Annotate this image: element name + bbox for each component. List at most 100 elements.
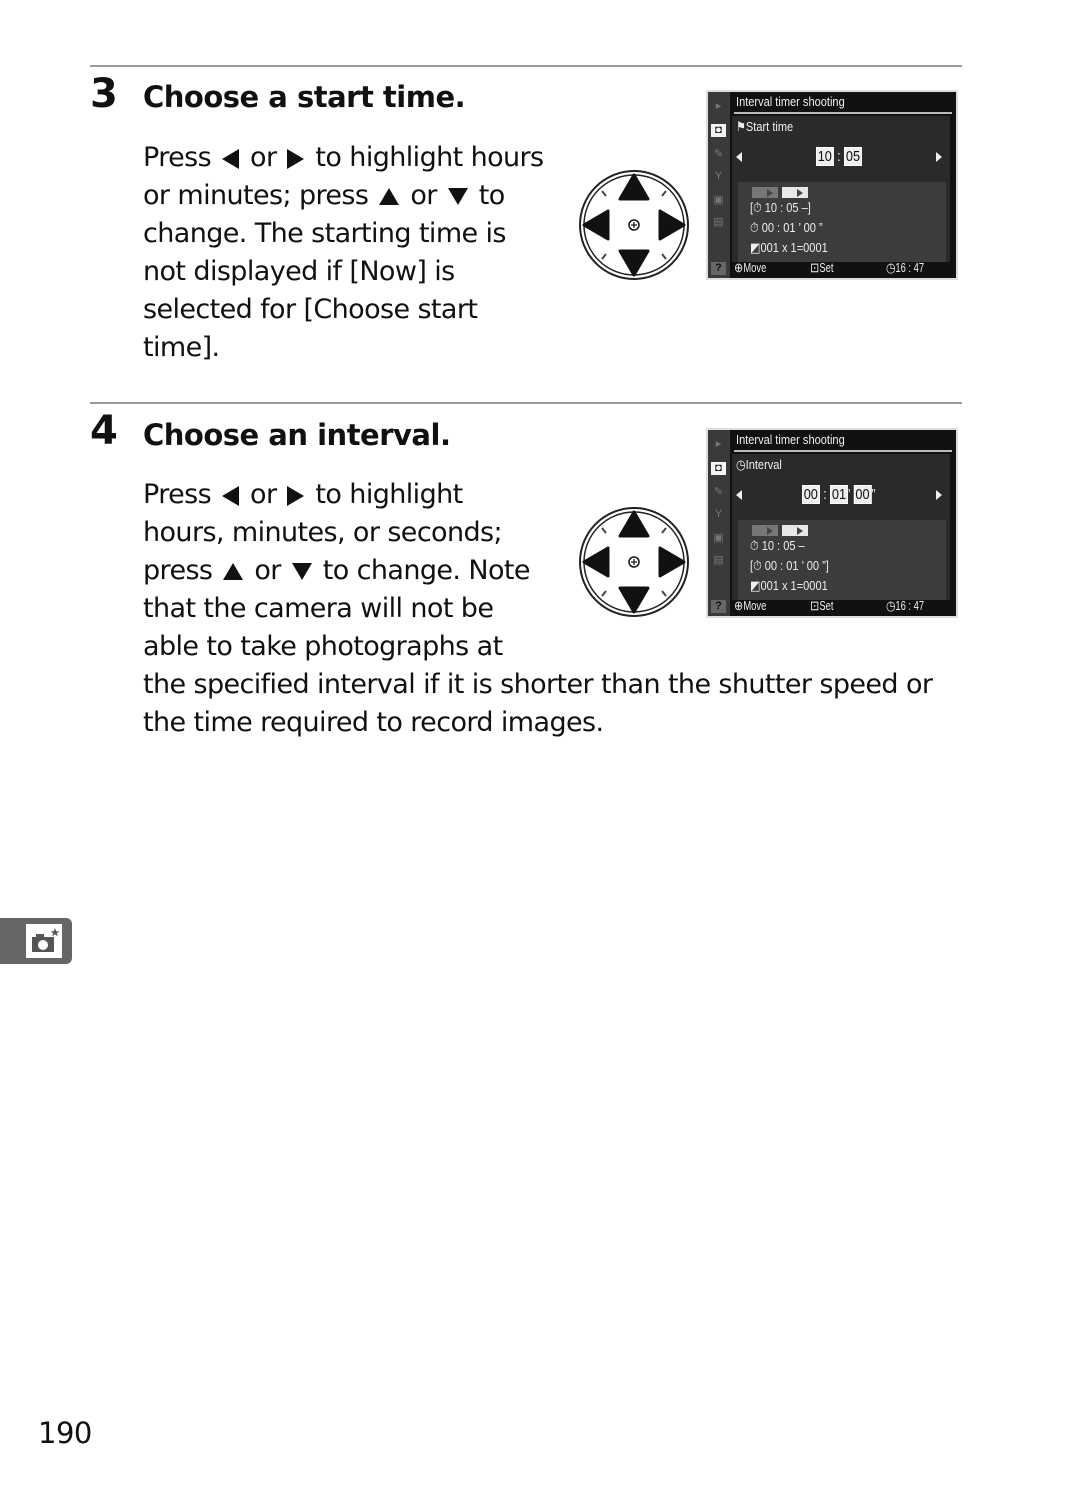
separator: ”	[871, 486, 876, 503]
text: or minutes; press	[143, 180, 369, 211]
playback-menu-icon: ▸	[715, 438, 722, 450]
retouch-menu-icon: ▣	[713, 532, 724, 544]
menu-footer: ⊕ Move ⊡ Set ◷ 16 : 47	[734, 598, 952, 614]
menu-footer: ⊕ Move ⊡ Set ◷ 16 : 47	[734, 260, 952, 276]
right-arrow-icon	[287, 485, 305, 506]
up-arrow-icon	[223, 563, 244, 580]
minutes-field[interactable]: 01	[830, 485, 848, 504]
menu-title: Interval timer shooting	[736, 94, 845, 109]
step-number: 3	[90, 71, 118, 117]
left-arrow-icon	[736, 490, 742, 500]
step-title: Choose a start time.	[143, 80, 466, 114]
shots-icon: ◩	[750, 578, 761, 593]
interval-value: 00 : 01’ 00”	[802, 485, 876, 504]
footer-set: ⊡ Set	[810, 598, 834, 613]
text: or	[250, 479, 277, 510]
separator: :	[823, 486, 827, 503]
camera-menu-screen: ▸ ◘ ✎ Y ▣ ▤ ? Interval timer shooting ⚑S…	[706, 90, 958, 280]
camera-menu-screen: ▸ ◘ ✎ Y ▣ ▤ ? Interval timer shooting ◷I…	[706, 428, 958, 618]
title-divider	[734, 450, 952, 452]
hours-field[interactable]: 10	[816, 147, 834, 166]
shooting-menu-icon: ◘	[711, 124, 726, 137]
shooting-menu-camera-icon	[26, 924, 62, 958]
text: to highlight hours	[315, 142, 544, 173]
retouch-menu-icon: ▣	[713, 194, 724, 206]
step-title: Choose an interval.	[143, 418, 451, 452]
hours-field[interactable]: 00	[802, 485, 820, 504]
text: to change. Note	[322, 555, 531, 586]
text-line: able to take photographs at	[143, 631, 503, 662]
summary-interval: [⏱ 00 : 01 ’ 00 ”]	[750, 558, 829, 573]
multi-selector-icon	[579, 170, 689, 280]
text: Press	[143, 479, 212, 510]
text: press	[143, 555, 213, 586]
custom-settings-icon: ✎	[713, 486, 724, 498]
summary-tabs	[752, 185, 812, 198]
footer-move: ⊕ Move	[734, 260, 767, 275]
text-line: the time required to record images.	[143, 707, 604, 738]
text: or	[410, 180, 437, 211]
up-arrow-icon	[379, 188, 400, 205]
text-line: selected for [Choose start	[143, 294, 478, 325]
recent-settings-icon: ▤	[713, 216, 724, 228]
help-icon: ?	[711, 262, 726, 275]
left-arrow-icon	[222, 148, 240, 169]
text-line: the specified interval if it is shorter …	[143, 669, 933, 700]
text: or	[254, 555, 281, 586]
right-arrow-icon	[287, 148, 305, 169]
summary-start: [⏱ 10 : 05 –]	[750, 200, 811, 215]
shots-icon: ◩	[750, 240, 761, 255]
menu-title: Interval timer shooting	[736, 432, 845, 447]
menu-subtitle: ⚑Start time	[736, 119, 794, 134]
minutes-field[interactable]: 05	[844, 147, 862, 166]
text-line: not displayed if [Now] is	[143, 256, 455, 287]
separator: :	[837, 148, 841, 165]
text: to	[478, 180, 506, 211]
setup-menu-icon: Y	[714, 508, 723, 520]
start-now-tab	[752, 187, 778, 198]
section-tab	[0, 918, 72, 964]
footer-move: ⊕ Move	[734, 598, 767, 613]
help-icon: ?	[711, 600, 726, 613]
menu-tab-strip: ▸ ◘ ✎ Y ▣ ▤ ?	[708, 92, 730, 278]
footer-set: ⊡ Set	[810, 260, 834, 275]
text-line: change. The starting time is	[143, 218, 507, 249]
left-arrow-icon	[736, 152, 742, 162]
step-number: 4	[90, 408, 118, 454]
summary-shots: ◩001 x 1=0001	[750, 578, 828, 593]
text: to highlight	[315, 479, 463, 510]
playback-menu-icon: ▸	[715, 100, 722, 112]
right-arrow-icon	[936, 490, 942, 500]
footer-clock: ◷ 16 : 47	[886, 260, 925, 275]
summary-shots: ◩001 x 1=0001	[750, 240, 828, 255]
interval-clock-icon: ◷	[736, 457, 746, 472]
multi-selector-icon	[579, 507, 689, 617]
text-line: time].	[143, 332, 220, 363]
custom-settings-icon: ✎	[713, 148, 724, 160]
summary-interval: ⏱ 00 : 01 ’ 00 ”	[750, 220, 823, 235]
text: Press	[143, 142, 212, 173]
settings-summary: ⏱ 10 : 05 – [⏱ 00 : 01 ’ 00 ”] ◩001 x 1=…	[738, 520, 946, 600]
seconds-field[interactable]: 00	[853, 485, 872, 504]
settings-summary: [⏱ 10 : 05 –] ⏱ 00 : 01 ’ 00 ” ◩001 x 1=…	[738, 182, 946, 262]
summary-tabs	[752, 523, 812, 536]
page-number: 190	[38, 1416, 92, 1450]
summary-start: ⏱ 10 : 05 –	[750, 538, 805, 553]
section-divider	[90, 65, 962, 67]
separator: ’	[847, 486, 851, 503]
text: or	[250, 142, 277, 173]
start-now-tab	[752, 525, 778, 536]
left-arrow-icon	[222, 485, 240, 506]
down-arrow-icon	[447, 188, 468, 205]
section-divider	[90, 402, 962, 404]
title-divider	[734, 112, 952, 114]
menu-subtitle: ◷Interval	[736, 457, 782, 472]
step-instructions: Press or to highlight hours or minutes; …	[143, 139, 544, 367]
menu-tab-strip: ▸ ◘ ✎ Y ▣ ▤ ?	[708, 430, 730, 616]
footer-clock: ◷ 16 : 47	[886, 598, 925, 613]
start-time-flag-icon: ⚑	[736, 119, 746, 134]
start-time-tab	[782, 525, 808, 536]
down-arrow-icon	[291, 563, 312, 580]
recent-settings-icon: ▤	[713, 554, 724, 566]
right-arrow-icon	[936, 152, 942, 162]
